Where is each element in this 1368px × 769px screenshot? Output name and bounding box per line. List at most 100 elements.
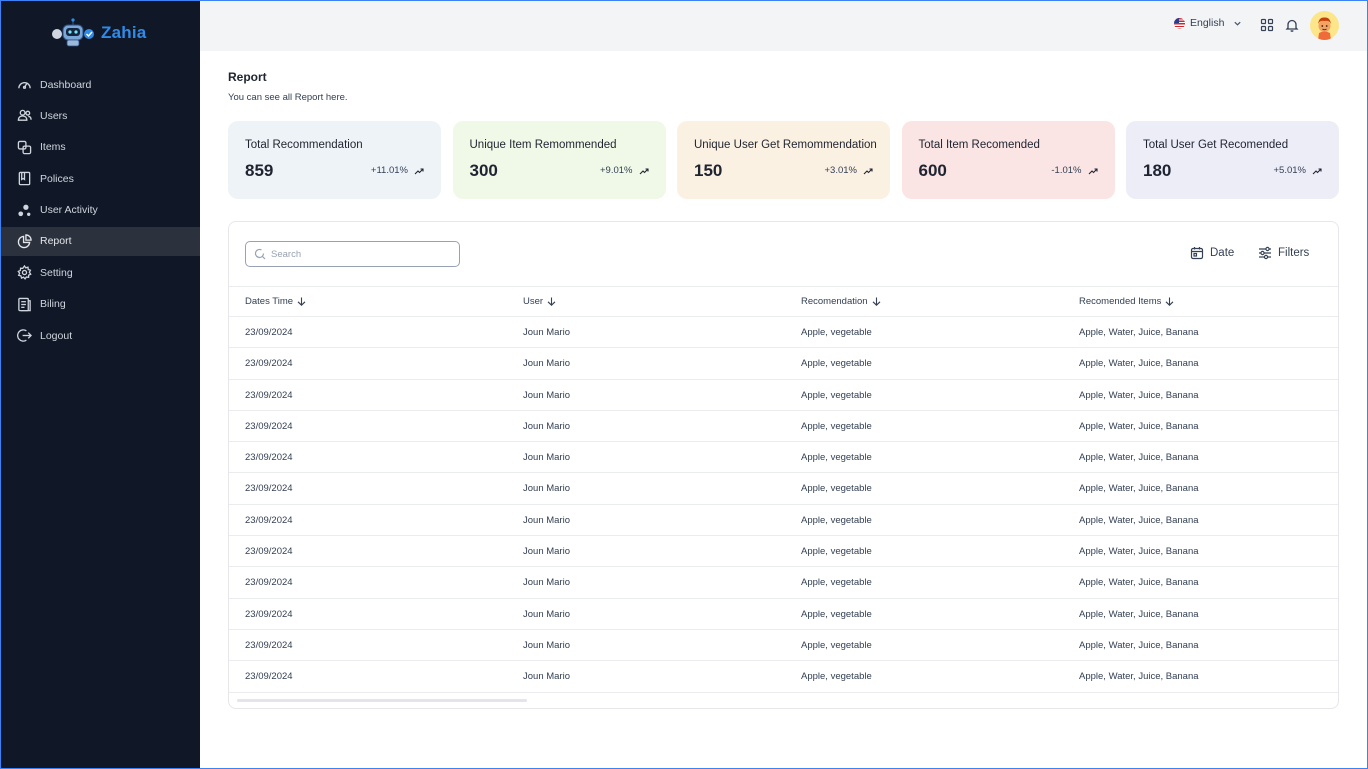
- table-cell: Apple, vegetable: [801, 608, 872, 620]
- stat-card-delta-text: -1.01%: [1051, 165, 1082, 176]
- stat-card-delta: +11.01%: [371, 165, 424, 176]
- stat-card-title: Total Recommendation: [245, 139, 363, 151]
- table-cell: Apple, Water, Juice, Banana: [1079, 671, 1199, 683]
- stat-card-delta-text: +11.01%: [370, 165, 408, 176]
- calendar-icon: [1190, 247, 1204, 260]
- stat-card-delta: +9.01%: [600, 165, 649, 176]
- table-cell: Joun Mario: [523, 420, 570, 432]
- robot-logo-icon: [50, 18, 96, 48]
- chevron-down-icon: [1234, 21, 1242, 26]
- trend-icon: [414, 167, 424, 174]
- table-cell: Joun Mario: [523, 546, 570, 558]
- column-header-recomended-items[interactable]: Recomended Items: [1079, 296, 1174, 307]
- trend-icon: [639, 167, 649, 174]
- arrow-down-icon: [547, 297, 556, 306]
- us-flag-icon: [1174, 17, 1185, 29]
- page-subtitle: You can see all Report here.: [228, 92, 348, 103]
- stat-card-delta-text: +9.01%: [600, 165, 633, 176]
- search-box[interactable]: [245, 241, 460, 267]
- sidebar-item-biling[interactable]: Biling: [0, 290, 200, 319]
- activity-icon: [18, 204, 31, 216]
- table-cell: 23/09/2024: [245, 327, 293, 338]
- bell-icon[interactable]: [1285, 18, 1299, 32]
- sidebar-item-logout[interactable]: Logout: [0, 321, 200, 350]
- sidebar-item-setting[interactable]: Setting: [0, 258, 200, 287]
- sidebar-item-label: Report: [40, 235, 72, 248]
- horizontal-scrollbar[interactable]: [237, 699, 527, 702]
- arrow-down-icon: [872, 297, 880, 306]
- sidebar-item-label: Biling: [40, 298, 66, 311]
- table-cell: Joun Mario: [523, 577, 570, 589]
- stat-card-total-recommendation: Total Recommendation 859 +11.01%: [228, 121, 441, 199]
- table-cell: 23/09/2024: [245, 358, 293, 370]
- sidebar-item-dashboard[interactable]: Dashboard: [0, 70, 200, 99]
- table-row[interactable]: 23/09/2024 Joun Mario Apple, vegetable Appl…: [229, 348, 1338, 380]
- sidebar-item-polices[interactable]: Polices: [0, 164, 200, 193]
- table-cell: 23/09/2024: [245, 514, 293, 526]
- sidebar-item-label: Setting: [40, 266, 73, 279]
- table-row[interactable]: 23/09/2024 Joun Mario Apple, vegetable Appl…: [229, 505, 1338, 537]
- table-cell: Joun Mario: [523, 639, 570, 651]
- table-cell: 23/09/2024: [245, 608, 293, 620]
- table-row[interactable]: 23/09/2024 Joun Mario Apple, vegetable Appl…: [229, 473, 1338, 505]
- table-cell: 23/09/2024: [245, 483, 293, 495]
- sidebar-item-label: Users: [40, 109, 68, 122]
- table-cell: Apple, Water, Juice, Banana: [1079, 546, 1199, 558]
- sidebar-item-label: Items: [40, 141, 66, 154]
- table-cell: Joun Mario: [523, 483, 570, 495]
- table-row[interactable]: 23/09/2024 Joun Mario Apple, vegetable Appl…: [229, 567, 1338, 599]
- table-cell: Apple, Water, Juice, Banana: [1079, 452, 1199, 464]
- apps-grid-icon[interactable]: [1260, 18, 1274, 32]
- sidebar-item-report[interactable]: Report: [0, 226, 200, 256]
- table-row[interactable]: 23/09/2024 Joun Mario Apple, vegetable Appl…: [229, 599, 1338, 630]
- column-header-recomendation[interactable]: Recomendation: [801, 296, 881, 307]
- table-row[interactable]: 23/09/2024 Joun Mario Apple, vegetable Appl…: [229, 317, 1338, 349]
- column-header-label: Recomendation: [801, 296, 868, 307]
- table-cell: Apple, vegetable: [801, 514, 872, 526]
- arrow-down-icon: [1165, 297, 1174, 306]
- table-cell: Apple, vegetable: [801, 358, 872, 370]
- table-cell: Apple, vegetable: [801, 546, 872, 558]
- table-row[interactable]: 23/09/2024 Joun Mario Apple, vegetable Appl…: [229, 411, 1338, 443]
- table-row[interactable]: 23/09/2024 Joun Mario Apple, vegetable Appl…: [229, 536, 1338, 568]
- table-cell: 23/09/2024: [245, 577, 293, 589]
- brand-name: Zahia: [101, 23, 147, 42]
- table-row[interactable]: 23/09/2024 Joun Mario Apple, vegetable Appl…: [229, 380, 1338, 411]
- users-icon: [17, 110, 32, 122]
- table-cell: Joun Mario: [523, 452, 570, 464]
- column-header-label: Dates Time: [245, 296, 294, 307]
- table-cell: Apple, vegetable: [801, 483, 872, 495]
- stat-card-delta-text: +3.01%: [824, 165, 858, 176]
- search-input[interactable]: [271, 248, 451, 260]
- billing-icon: [18, 297, 31, 311]
- stat-cards: Total Recommendation 859 +11.01% Unique …: [228, 121, 1339, 199]
- table-header: Dates Time User Recomendation Recomended…: [229, 286, 1338, 317]
- column-header-user[interactable]: User: [523, 296, 556, 307]
- table-row[interactable]: 23/09/2024 Joun Mario Apple, vegetable Appl…: [229, 630, 1338, 662]
- filter-sliders-icon: [1259, 246, 1271, 260]
- sidebar-item-users[interactable]: Users: [0, 101, 200, 130]
- table-cell: Apple, Water, Juice, Banana: [1079, 389, 1199, 401]
- stat-card-delta: -1.01%: [1051, 165, 1098, 176]
- column-header-dates-time[interactable]: Dates Time: [245, 296, 306, 307]
- table-body: 23/09/2024 Joun Mario Apple, vegetable Appl…: [229, 317, 1338, 693]
- filters-button[interactable]: Filters: [1258, 246, 1309, 260]
- brand-logo[interactable]: Zahia: [50, 18, 146, 48]
- date-button[interactable]: Date: [1190, 246, 1234, 260]
- avatar[interactable]: [1310, 11, 1339, 40]
- book-icon: [18, 171, 31, 186]
- table-cell: Joun Mario: [523, 608, 570, 620]
- language-selector[interactable]: English: [1174, 17, 1242, 29]
- table-cell: Apple, vegetable: [801, 327, 872, 338]
- trend-icon: [1088, 167, 1098, 174]
- search-icon: [254, 248, 266, 260]
- table-cell: Apple, vegetable: [801, 452, 872, 464]
- date-button-label: Date: [1210, 247, 1235, 259]
- table-row[interactable]: 23/09/2024 Joun Mario Apple, vegetable Appl…: [229, 442, 1338, 474]
- table-cell: Joun Mario: [523, 327, 570, 338]
- sidebar-item-user-activity[interactable]: User Activity: [0, 196, 200, 225]
- stat-card-title: Total User Get Recomended: [1143, 139, 1289, 151]
- table-row[interactable]: 23/09/2024 Joun Mario Apple, vegetable Appl…: [229, 661, 1338, 693]
- table-cell: 23/09/2024: [245, 389, 293, 401]
- sidebar-item-items[interactable]: Items: [0, 133, 200, 162]
